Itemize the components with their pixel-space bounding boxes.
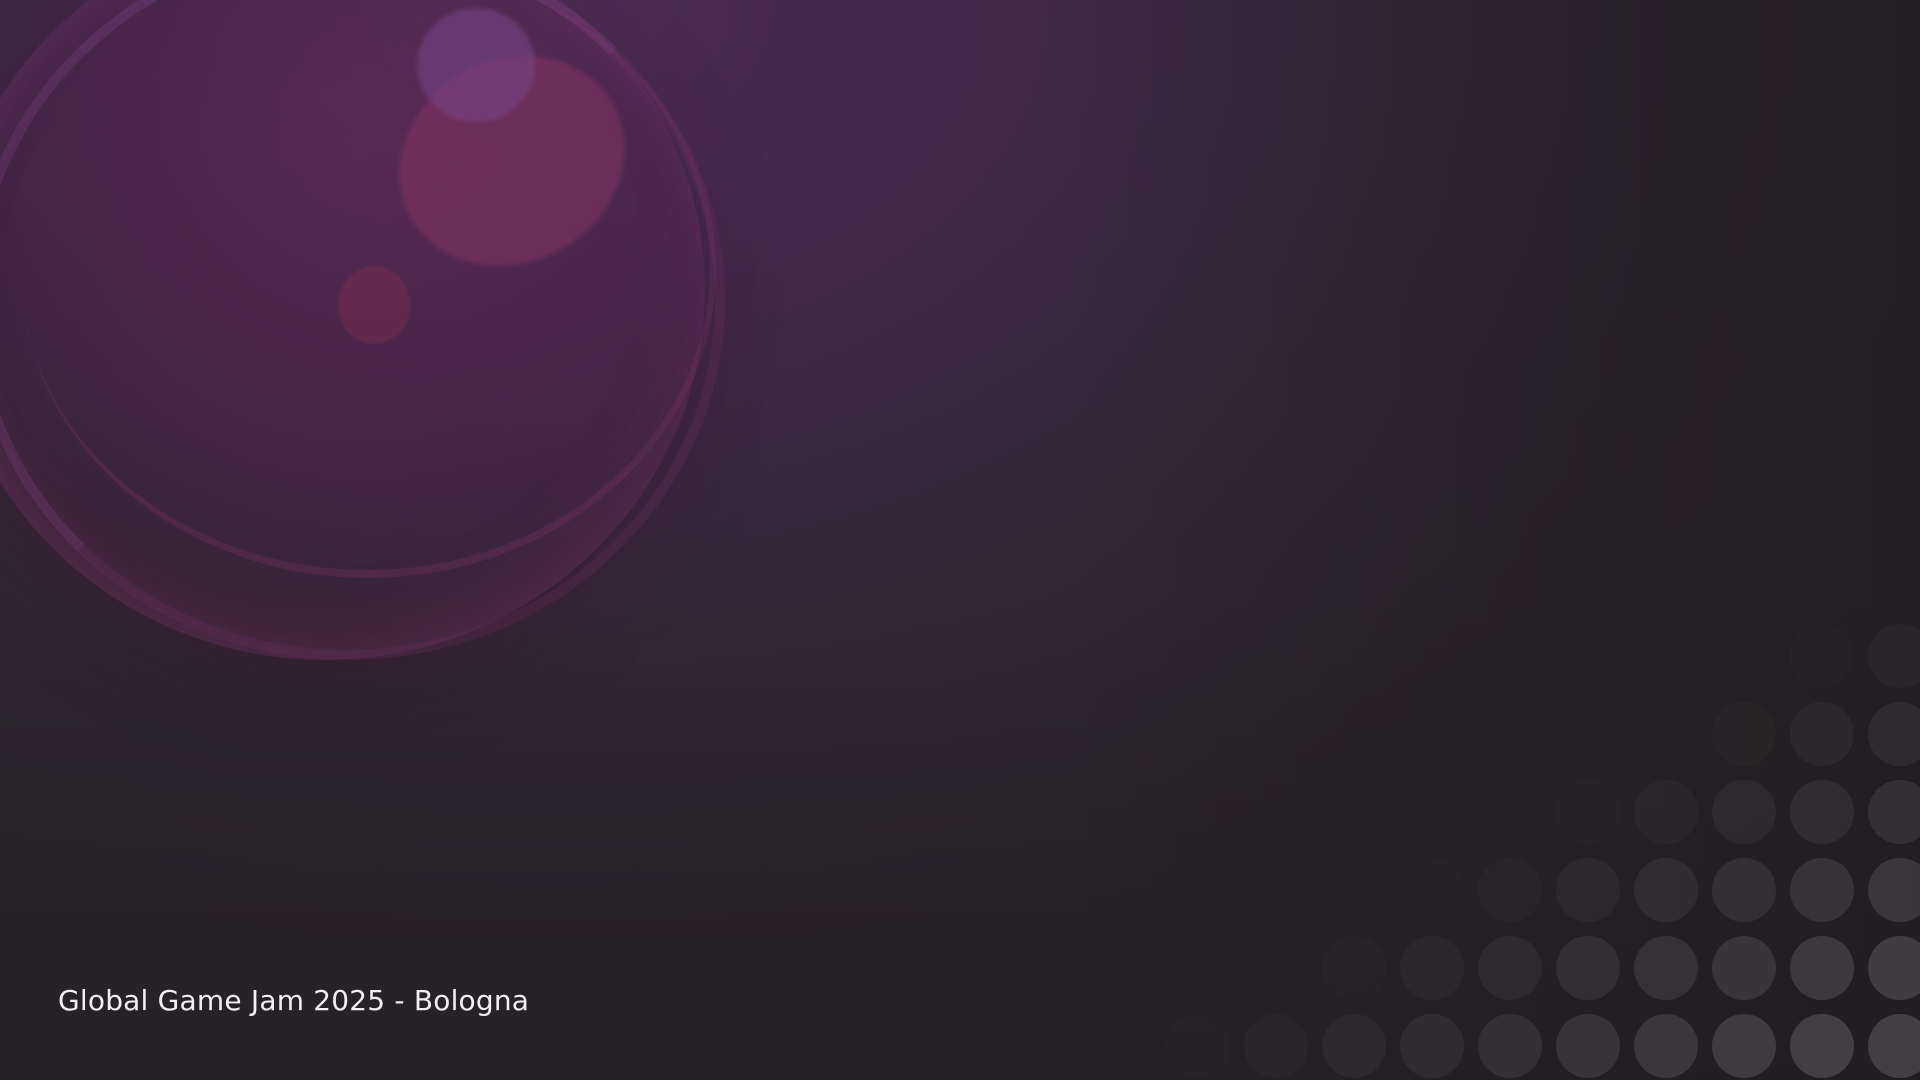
halftone-dot: [1712, 1014, 1776, 1078]
halftone-dot: [1634, 780, 1698, 844]
halftone-dot: [1790, 858, 1854, 922]
halftone-dot: [1712, 858, 1776, 922]
event-title: Global Game Jam 2025 - Bologna: [58, 984, 530, 1017]
bubble-highlight-small: [338, 266, 410, 344]
halftone-dot: [1400, 936, 1464, 1000]
halftone-dot: [1790, 702, 1854, 766]
halftone-dot: [1790, 1014, 1854, 1078]
halftone-dot: [1322, 1014, 1386, 1078]
halftone-dot: [1166, 1014, 1230, 1078]
halftone-dot: [1790, 936, 1854, 1000]
halftone-dot: [1634, 858, 1698, 922]
halftone-dot: [1478, 858, 1542, 922]
halftone-dot: [1790, 624, 1854, 688]
halftone-dot: [1556, 858, 1620, 922]
halftone-dot: [1244, 1014, 1308, 1078]
halftone-dot: [1634, 702, 1698, 766]
halftone-dot: [1712, 780, 1776, 844]
halftone-dot: [1556, 780, 1620, 844]
halftone-dot: [1400, 1014, 1464, 1078]
halftone-dot: [1400, 858, 1464, 922]
halftone-dot: [1556, 936, 1620, 1000]
halftone-dot: [1790, 780, 1854, 844]
slide-background: Global Game Jam 2025 - Bologna: [0, 0, 1920, 1080]
halftone-dot: [1478, 936, 1542, 1000]
bubble-highlight-top: [417, 8, 535, 122]
halftone-dot: [1478, 1014, 1542, 1078]
halftone-dot: [1556, 1014, 1620, 1078]
halftone-dot: [1712, 702, 1776, 766]
halftone-dot: [1322, 936, 1386, 1000]
halftone-dot: [1712, 936, 1776, 1000]
halftone-dot: [1634, 936, 1698, 1000]
halftone-dot: [1634, 1014, 1698, 1078]
